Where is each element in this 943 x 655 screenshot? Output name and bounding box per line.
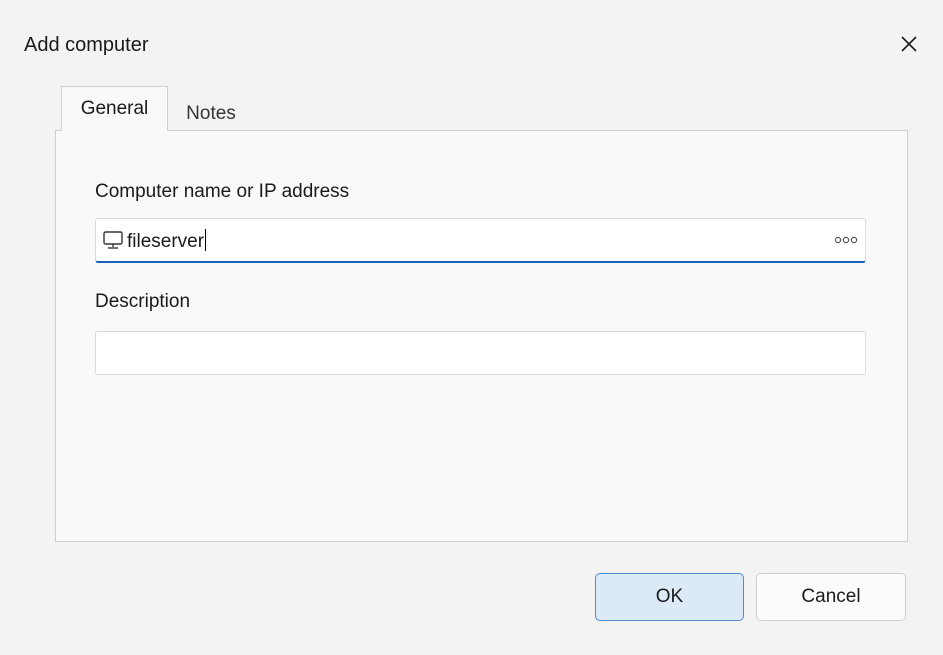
tab-general[interactable]: General bbox=[61, 86, 168, 131]
computer-name-label: Computer name or IP address bbox=[95, 181, 350, 202]
computer-name-value: fileserver bbox=[127, 229, 207, 252]
browse-button[interactable] bbox=[833, 231, 859, 249]
ok-button[interactable]: OK bbox=[595, 573, 744, 621]
description-label: Description bbox=[95, 291, 191, 312]
description-input[interactable] bbox=[95, 331, 866, 375]
close-button[interactable] bbox=[893, 28, 925, 60]
close-icon bbox=[901, 36, 917, 52]
text-caret bbox=[205, 229, 207, 251]
tab-notes[interactable]: Notes bbox=[169, 96, 253, 132]
monitor-icon bbox=[103, 231, 123, 249]
dialog-title: Add computer bbox=[24, 34, 149, 56]
cancel-button[interactable]: Cancel bbox=[756, 573, 906, 621]
more-options-icon bbox=[834, 236, 858, 244]
add-computer-dialog: Add computer General Notes Computer name… bbox=[0, 0, 943, 655]
computer-name-input[interactable]: fileserver bbox=[95, 218, 866, 263]
